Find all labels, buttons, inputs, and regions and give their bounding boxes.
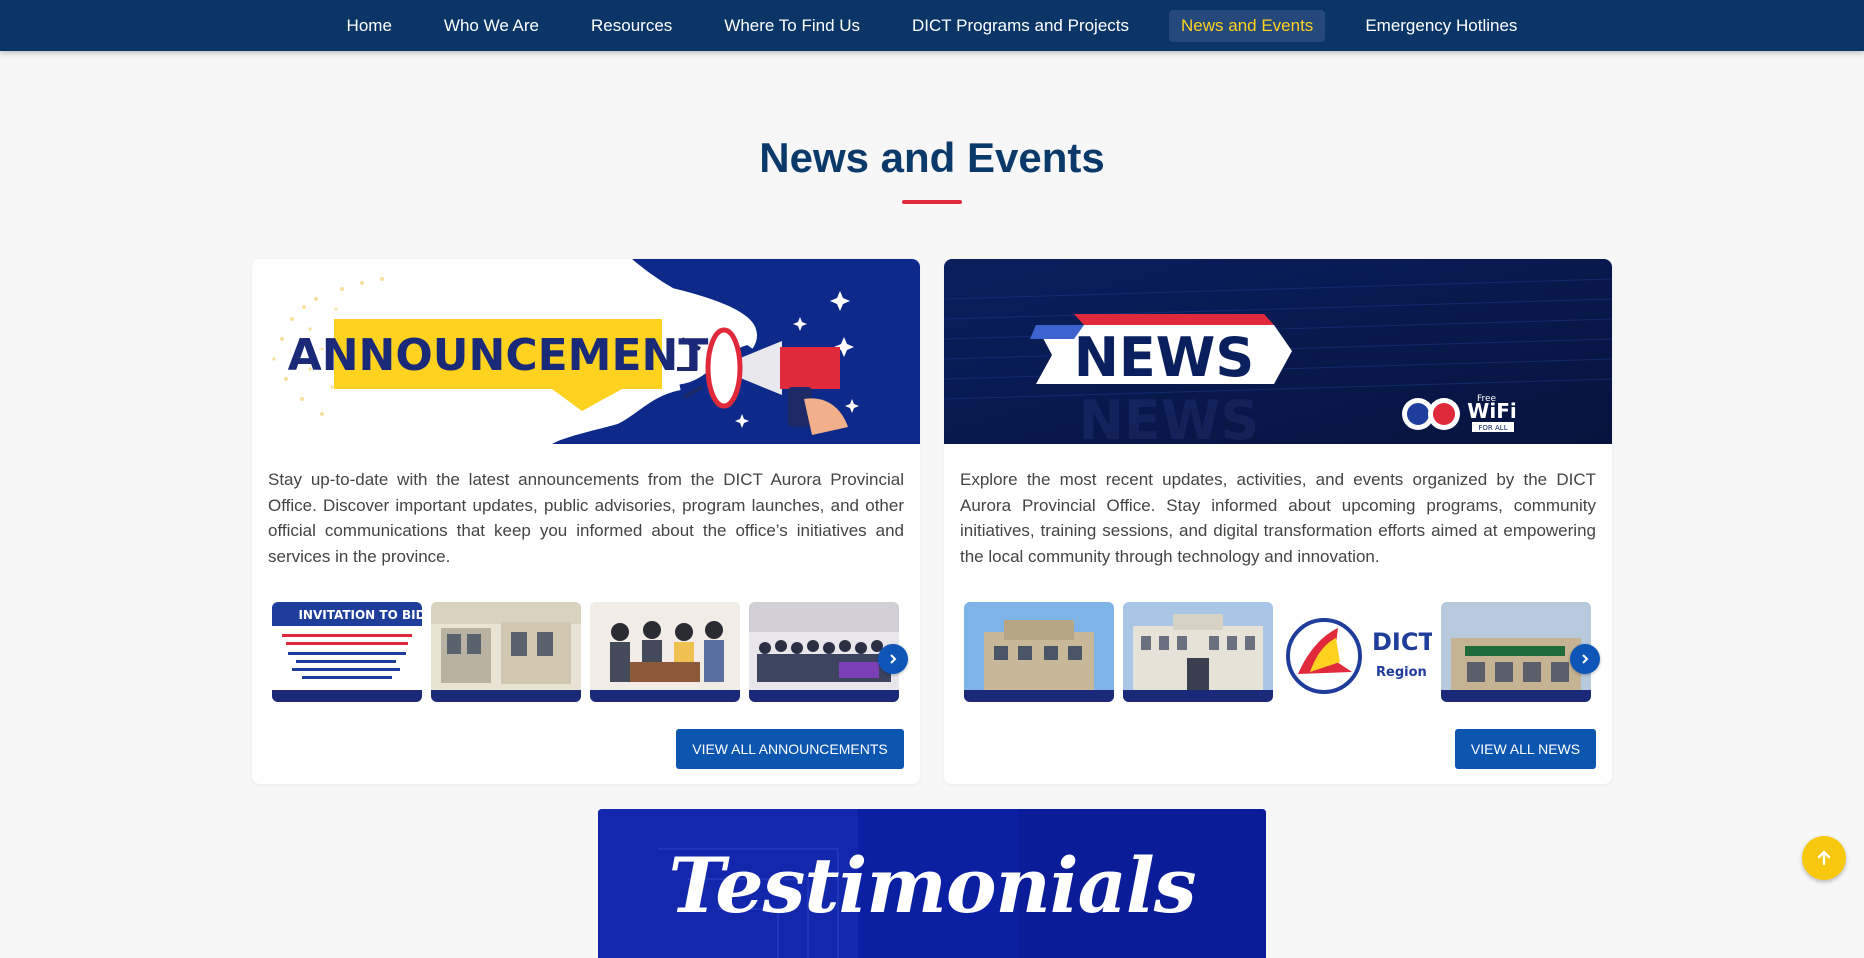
news-banner-logo-sub: FOR ALL xyxy=(1478,424,1507,432)
title-underline xyxy=(902,200,962,204)
arrow-up-icon xyxy=(1817,850,1831,866)
testimonials-banner: Testimonials xyxy=(598,809,1266,958)
scroll-to-top-button[interactable] xyxy=(1802,836,1846,880)
announcements-carousel-next[interactable] xyxy=(878,644,908,674)
news-carousel-next[interactable] xyxy=(1570,644,1600,674)
news-banner-image: NEWS NEWS WiFi Free FOR ALL xyxy=(944,259,1612,444)
news-thumb[interactable] xyxy=(1123,602,1273,702)
announcement-banner-text: ANNOUNCEMENT xyxy=(288,330,709,381)
news-thumb[interactable]: DICT Region 3 xyxy=(1282,602,1432,702)
news-carousel: DICT Region 3 xyxy=(964,602,1592,702)
announcement-thumb[interactable] xyxy=(749,602,899,702)
nav-item-where-to-find-us[interactable]: Where To Find Us xyxy=(712,10,872,42)
announcements-description: Stay up-to-date with the latest announce… xyxy=(268,470,904,566)
announcements-carousel: INVITATION TO BID xyxy=(272,602,900,702)
news-thumb[interactable] xyxy=(1441,602,1591,702)
announcement-thumb-caption: INVITATION TO BID xyxy=(298,608,422,622)
announcement-banner-image: ANNOUNCEMENT xyxy=(252,259,920,444)
announcement-thumb[interactable] xyxy=(590,602,740,702)
view-all-news-button[interactable]: VIEW ALL NEWS xyxy=(1455,729,1596,769)
nav-item-emergency-hotlines[interactable]: Emergency Hotlines xyxy=(1353,10,1529,42)
announcement-thumb[interactable]: INVITATION TO BID xyxy=(272,602,422,702)
nav-item-home[interactable]: Home xyxy=(335,10,404,42)
news-banner-logo-top: Free xyxy=(1477,394,1497,404)
nav-item-who-we-are[interactable]: Who We Are xyxy=(432,10,551,42)
view-all-announcements-button[interactable]: VIEW ALL ANNOUNCEMENTS xyxy=(676,729,904,769)
nav-item-news-and-events[interactable]: News and Events xyxy=(1169,9,1326,42)
news-thumb-caption: Region 3 xyxy=(1376,665,1432,680)
nav-item-dict-programs[interactable]: DICT Programs and Projects xyxy=(900,10,1141,42)
announcements-card: ANNOUNCEMENT Stay up-to-date with the la… xyxy=(252,259,920,784)
news-card: NEWS NEWS WiFi Free FOR ALL Explore the … xyxy=(944,259,1612,784)
chevron-right-icon xyxy=(1582,654,1589,664)
announcement-thumb[interactable] xyxy=(431,602,581,702)
nav-item-resources[interactable]: Resources xyxy=(579,10,684,42)
chevron-right-icon xyxy=(890,654,897,664)
news-description: Explore the most recent updates, activit… xyxy=(960,470,1596,566)
testimonials-title: Testimonials xyxy=(668,841,1196,930)
section-title: News and Events xyxy=(759,134,1105,181)
news-thumb[interactable] xyxy=(964,602,1114,702)
main-navbar: Home Who We Are Resources Where To Find … xyxy=(0,0,1864,51)
svg-text:DICT: DICT xyxy=(1372,628,1432,656)
news-banner-text: NEWS xyxy=(1074,326,1255,389)
news-banner-shadow-text: NEWS xyxy=(1079,389,1260,444)
